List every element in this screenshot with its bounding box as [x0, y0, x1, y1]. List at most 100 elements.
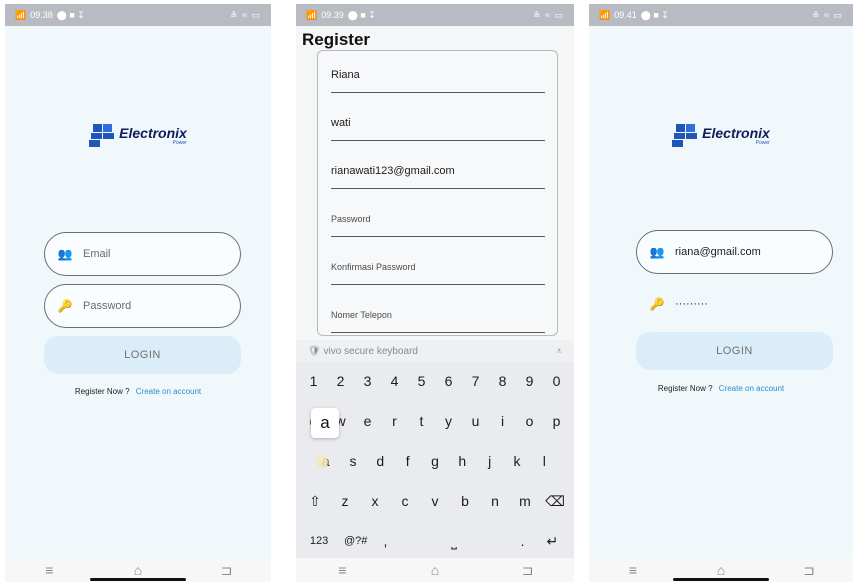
password-input[interactable]: 🔑 ········· — [636, 282, 833, 326]
backspace-key-icon[interactable]: ⌫ — [541, 486, 569, 516]
numbers-key[interactable]: 123 — [301, 526, 337, 556]
signal-icon: 📶 — [306, 9, 318, 20]
key-v[interactable]: v — [421, 486, 449, 516]
status-bar: 📶 09.41 ⬤ ■ ↧ ≗ ≈ ▭ — [589, 4, 853, 26]
key-icon: 🔑 — [57, 299, 73, 313]
app-logo: Electronix Power — [5, 122, 271, 148]
phone-field[interactable]: Nomer Telepon — [331, 297, 545, 333]
key-k[interactable]: k — [504, 446, 529, 476]
key-8[interactable]: 8 — [490, 366, 515, 396]
navigation-bar: ≡ ⌂ ⊐ — [589, 558, 853, 582]
email-input[interactable]: 👥 Email — [44, 232, 241, 276]
menu-icon[interactable]: ≡ — [329, 562, 355, 578]
menu-icon[interactable]: ≡ — [620, 562, 646, 578]
login-button[interactable]: LOGIN — [44, 336, 241, 374]
register-prompt: Register Now ? — [74, 387, 130, 396]
home-indicator — [90, 578, 186, 581]
key-icon: 🔑 — [649, 297, 665, 311]
key-f[interactable]: f — [395, 446, 420, 476]
key-3[interactable]: 3 — [355, 366, 380, 396]
first-name-field[interactable]: Riana — [331, 57, 545, 93]
confirm-password-field[interactable]: Konfirmasi Password — [331, 249, 545, 285]
key-9[interactable]: 9 — [517, 366, 542, 396]
key-h[interactable]: h — [450, 446, 475, 476]
key-1[interactable]: 1 — [301, 366, 326, 396]
password-field[interactable]: Password — [331, 201, 545, 237]
shield-icon: 🛡 — [308, 345, 321, 357]
create-account-link[interactable]: Create on account — [719, 384, 784, 393]
key-r[interactable]: r — [382, 406, 407, 436]
keyboard-label: vivo secure keyboard — [323, 345, 418, 357]
key-o[interactable]: o — [517, 406, 542, 436]
key-2[interactable]: 2 — [328, 366, 353, 396]
home-icon[interactable]: ⌂ — [422, 562, 448, 578]
email-field[interactable]: rianawati123@gmail.com — [331, 153, 545, 189]
key-0[interactable]: 0 — [544, 366, 569, 396]
key-l[interactable]: l — [532, 446, 557, 476]
enter-key-icon[interactable]: ↵ — [536, 526, 569, 556]
password-placeholder: Password — [83, 300, 132, 312]
keyboard-toolbar: 🛡 vivo secure keyboard ⩡ — [296, 340, 574, 362]
key-p[interactable]: p — [544, 406, 569, 436]
page-title: Register — [302, 30, 371, 49]
key-e[interactable]: e — [355, 406, 380, 436]
back-icon[interactable]: ⊐ — [515, 562, 541, 579]
key-s[interactable]: s — [340, 446, 365, 476]
back-icon[interactable]: ⊐ — [214, 562, 240, 579]
password-value: ········· — [675, 298, 708, 310]
password-input[interactable]: 🔑 Password — [44, 284, 241, 328]
period-key[interactable]: . — [512, 526, 534, 556]
key-z[interactable]: z — [331, 486, 359, 516]
key-b[interactable]: b — [451, 486, 479, 516]
register-line: Register Now ? Create on account — [589, 384, 853, 393]
key-n[interactable]: n — [481, 486, 509, 516]
status-right-icons: ≗ ≈ ▭ — [812, 9, 843, 20]
key-6[interactable]: 6 — [436, 366, 461, 396]
home-indicator — [673, 578, 769, 581]
email-input[interactable]: 👥 riana@gmail.com — [636, 230, 833, 274]
status-bar: 📶 09.39 ⬤ ■ ↧ ≗ ≈ ▭ — [296, 4, 574, 26]
status-bar: 📶 09.38 ⬤ ■ ↧ ≗ ≈ ▭ — [5, 4, 271, 26]
key-j[interactable]: j — [477, 446, 502, 476]
status-time: 09.38 — [30, 10, 53, 20]
create-account-link[interactable]: Create on account — [136, 387, 201, 396]
space-key[interactable]: ⎵ — [399, 526, 510, 556]
key-4[interactable]: 4 — [382, 366, 407, 396]
key-c[interactable]: c — [391, 486, 419, 516]
key-m[interactable]: m — [511, 486, 539, 516]
last-name-field[interactable]: wati — [331, 105, 545, 141]
back-icon[interactable]: ⊐ — [796, 562, 822, 579]
key-t[interactable]: t — [409, 406, 434, 436]
signal-icon: 📶 — [15, 9, 27, 20]
symbols-key[interactable]: @?# — [339, 526, 372, 556]
hide-keyboard-icon[interactable]: ⩡ — [556, 346, 562, 357]
status-right-icons: ≗ ≈ ▭ — [533, 9, 564, 20]
home-icon[interactable]: ⌂ — [125, 562, 151, 578]
key-7[interactable]: 7 — [463, 366, 488, 396]
notification-icons: ⬤ ■ ↧ — [347, 9, 376, 20]
notification-icons: ⬤ ■ ↧ — [640, 9, 669, 20]
key-g[interactable]: g — [422, 446, 447, 476]
key-u[interactable]: u — [463, 406, 488, 436]
shift-key-icon[interactable]: ⇧ — [301, 486, 329, 516]
register-screen: 📶 09.39 ⬤ ■ ↧ ≗ ≈ ▭ Register Riana wati … — [296, 4, 574, 582]
key-x[interactable]: x — [361, 486, 389, 516]
comma-key[interactable]: , — [374, 526, 396, 556]
status-right-icons: ≗ ≈ ▭ — [230, 9, 261, 20]
logo-mark-icon — [89, 122, 115, 148]
key-y[interactable]: y — [436, 406, 461, 436]
home-icon[interactable]: ⌂ — [708, 562, 734, 578]
email-placeholder: Email — [83, 248, 111, 260]
key-5[interactable]: 5 — [409, 366, 434, 396]
navigation-bar: ≡ ⌂ ⊐ — [5, 558, 271, 582]
key-i[interactable]: i — [490, 406, 515, 436]
keyboard: 1234567890 qwertyuiop asdfghjkl ⇧ zxcvbn… — [296, 362, 574, 558]
menu-icon[interactable]: ≡ — [36, 562, 62, 578]
logo-title: Electronix — [119, 124, 187, 141]
register-form: Riana wati rianawati123@gmail.com Passwo… — [317, 50, 558, 336]
users-icon: 👥 — [57, 247, 73, 261]
login-button[interactable]: LOGIN — [636, 332, 833, 370]
key-popup: a — [311, 408, 339, 438]
key-d[interactable]: d — [368, 446, 393, 476]
register-prompt: Register Now ? — [657, 384, 713, 393]
